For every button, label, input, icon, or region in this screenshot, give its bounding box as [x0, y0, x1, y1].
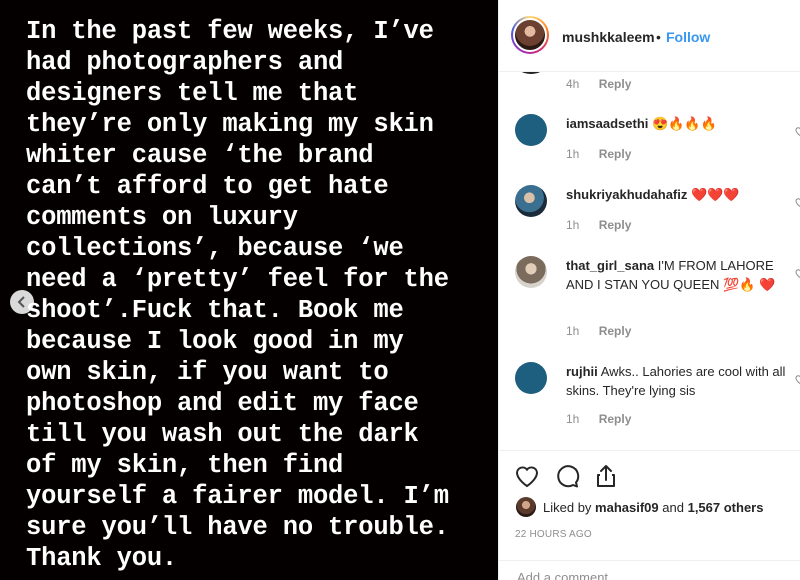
avatar[interactable]: [515, 185, 547, 217]
comment-username[interactable]: that_girl_sana: [566, 258, 654, 273]
post-sidebar: mushkkaleem • Follow 4h Reply iamsaadset…: [498, 0, 800, 580]
comment-meta: 1h Reply: [566, 324, 631, 338]
reply-button[interactable]: Reply: [599, 324, 632, 338]
comment-meta: 1h Reply: [566, 147, 631, 161]
share-icon: [597, 465, 615, 487]
comment-time: 1h: [566, 412, 580, 426]
liked-by-text: Liked by mahasif09 and 1,567 others: [543, 500, 763, 515]
heart-icon: [795, 269, 800, 279]
heart-icon: [795, 198, 800, 208]
share-button[interactable]: [592, 462, 620, 490]
post-actions: Liked by mahasif09 and 1,567 others 22 H…: [499, 450, 800, 560]
avatar[interactable]: [515, 256, 547, 288]
reply-button[interactable]: Reply: [599, 147, 632, 161]
author-username[interactable]: mushkkaleem: [562, 29, 655, 45]
like-comment-button[interactable]: [794, 195, 800, 208]
like-comment-button[interactable]: [794, 372, 800, 385]
heart-icon: [795, 375, 800, 385]
add-comment-bar: [499, 560, 800, 580]
reply-button[interactable]: Reply: [599, 218, 632, 232]
add-comment-input[interactable]: [515, 569, 779, 580]
comment-bubble-icon: [557, 465, 580, 488]
chevron-left-icon: [17, 296, 25, 308]
comment-meta: 4h Reply: [566, 77, 631, 91]
comment-body: rujhii Awks.. Lahories are cool with all…: [566, 362, 788, 400]
heart-icon: [515, 466, 539, 488]
comment-body: iamsaadsethi 😍🔥🔥🔥: [566, 114, 788, 133]
like-button[interactable]: [513, 462, 541, 490]
author-avatar[interactable]: [511, 16, 549, 54]
comment-username[interactable]: shukriyakhudahafiz: [566, 187, 687, 202]
liked-by-middle: and: [662, 500, 684, 515]
comment-time: 1h: [566, 324, 580, 338]
comment-meta: 1h Reply: [566, 412, 631, 426]
likes-count[interactable]: 1,567 others: [688, 500, 764, 515]
post-header: mushkkaleem • Follow: [499, 0, 800, 72]
comment-time: 4h: [566, 77, 580, 91]
liked-by-prefix: Liked by: [543, 500, 592, 515]
comment-body: shukriyakhudahafiz ❤️❤️❤️: [566, 185, 788, 204]
avatar[interactable]: [515, 114, 547, 146]
avatar[interactable]: [516, 497, 536, 517]
avatar[interactable]: [515, 72, 547, 74]
comment-button[interactable]: [553, 462, 581, 490]
heart-icon: [795, 127, 800, 137]
comment-text: Awks.. Lahories are cool with all skins.…: [566, 364, 786, 398]
comment-text: 😍🔥🔥🔥: [652, 116, 717, 131]
carousel-prev-button[interactable]: [10, 290, 34, 314]
comment-body: that_girl_sana I'M FROM LAHORE AND I STA…: [566, 256, 788, 294]
follow-button[interactable]: Follow: [666, 29, 710, 45]
comment-meta: 1h Reply: [566, 218, 631, 232]
comment-time: 1h: [566, 218, 580, 232]
comment-username[interactable]: iamsaadsethi: [566, 116, 648, 131]
reply-button[interactable]: Reply: [599, 77, 632, 91]
like-comment-button[interactable]: [794, 124, 800, 137]
like-comment-button[interactable]: [794, 266, 800, 279]
post-image[interactable]: In the past few weeks, I’ve had photogra…: [0, 0, 498, 580]
comment-text: ❤️❤️❤️: [691, 187, 740, 202]
reply-button[interactable]: Reply: [599, 412, 632, 426]
comment-username[interactable]: rujhii: [566, 364, 598, 379]
avatar[interactable]: [515, 362, 547, 394]
comments-list[interactable]: 4h Reply iamsaadsethi 😍🔥🔥🔥 1h Reply shuk…: [499, 72, 800, 450]
header-separator: •: [656, 29, 661, 45]
comment-time: 1h: [566, 147, 580, 161]
post-timestamp[interactable]: 22 HOURS AGO: [515, 529, 592, 540]
liked-by-user[interactable]: mahasif09: [595, 500, 659, 515]
story-text: In the past few weeks, I’ve had photogra…: [26, 17, 449, 573]
